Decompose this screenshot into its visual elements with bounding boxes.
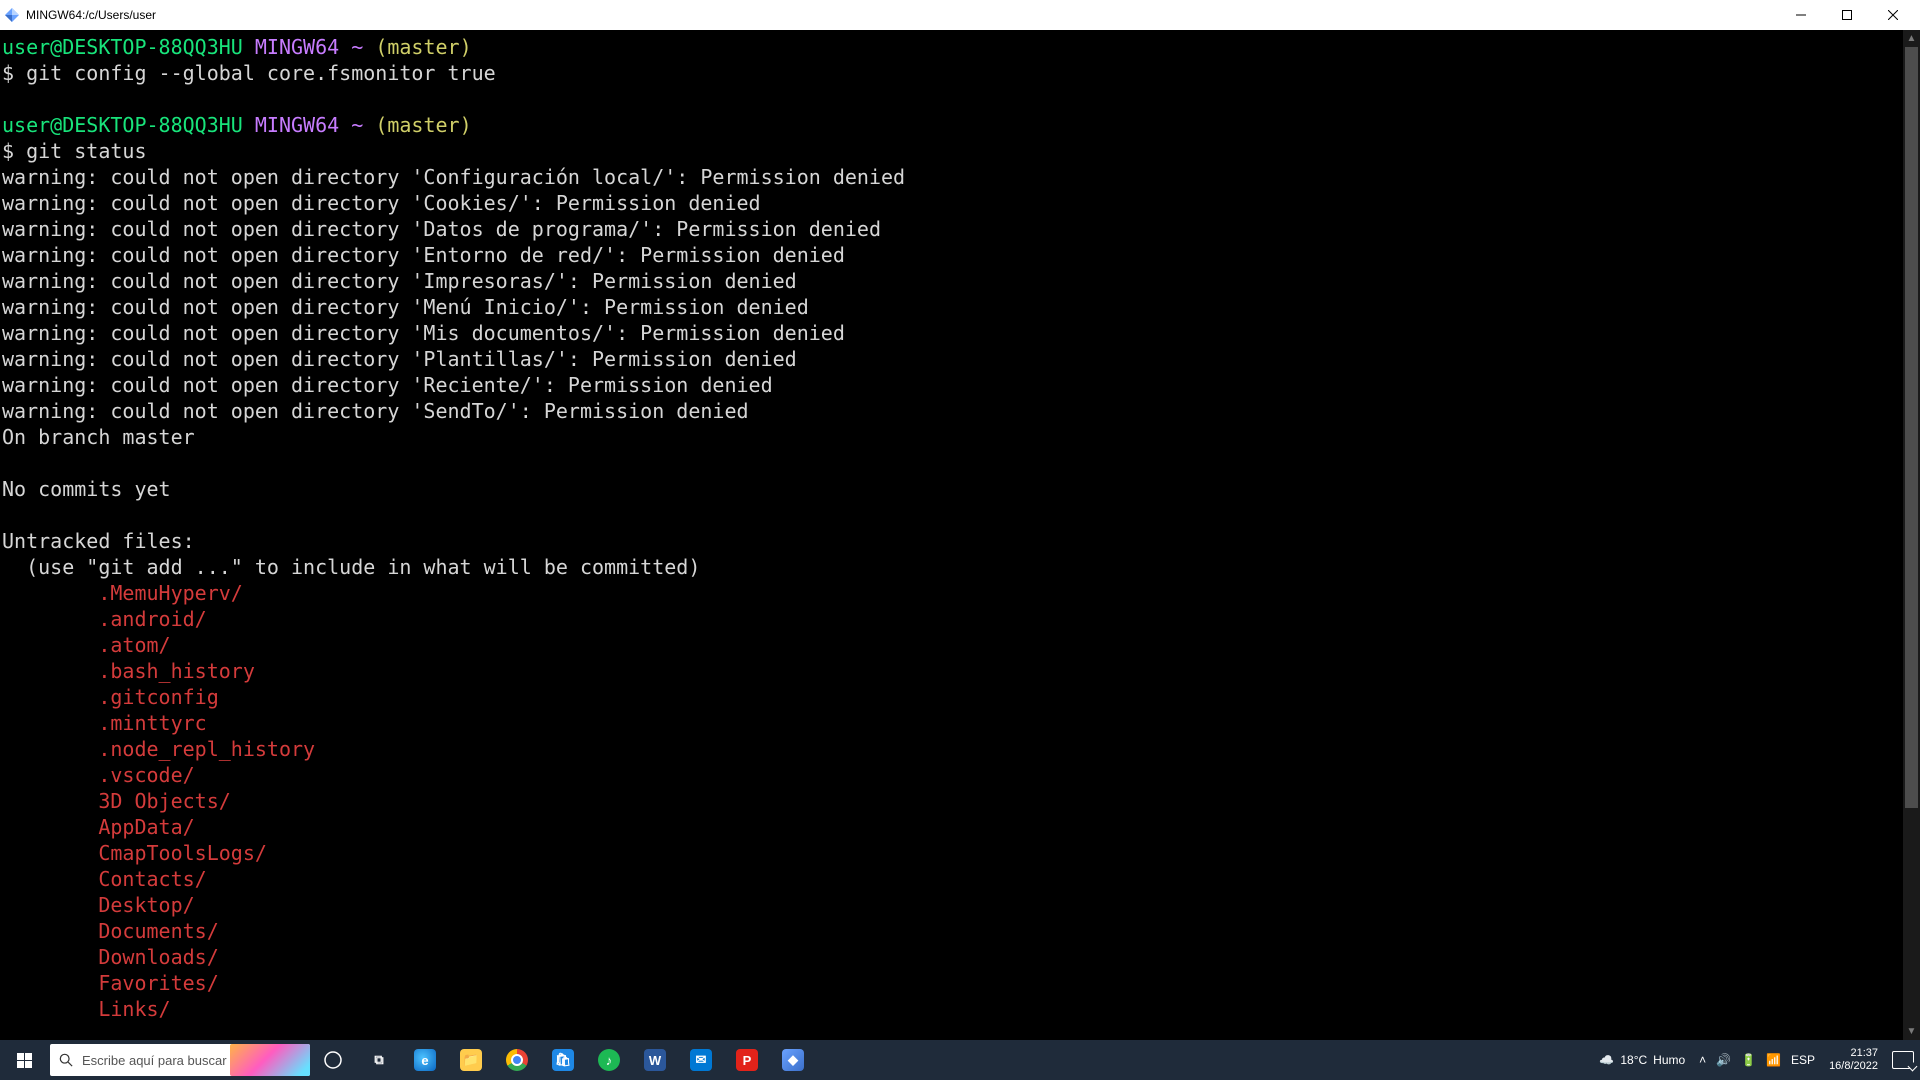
scrollbar[interactable]: ▲ ▼ [1903, 30, 1920, 1040]
weather-widget[interactable]: ☁️ 18°C Humo [1599, 1053, 1685, 1067]
tray-volume-icon[interactable]: 🔊 [1716, 1053, 1731, 1067]
running-app-mintty[interactable]: ◆ [770, 1040, 816, 1080]
tray-clock[interactable]: 21:37 16/8/2022 [1829, 1047, 1878, 1073]
weather-icon: ☁️ [1599, 1053, 1614, 1067]
action-center-icon[interactable] [1892, 1051, 1914, 1069]
search-placeholder: Escribe aquí para buscar [82, 1053, 230, 1068]
pinned-app-mail[interactable]: ✉ [678, 1040, 724, 1080]
weather-temp: 18°C [1620, 1053, 1647, 1067]
pinned-app-chrome[interactable] [494, 1040, 540, 1080]
tray-battery-icon[interactable]: 🔋 [1741, 1053, 1756, 1067]
terminal-output[interactable]: user@DESKTOP-88QQ3HU MINGW64 ~ (master) … [0, 30, 1920, 1022]
pinned-app-spotify[interactable]: ♪ [586, 1040, 632, 1080]
tray-chevron-up-icon[interactable]: ˄ [1699, 1053, 1706, 1067]
terminal-area[interactable]: user@DESKTOP-88QQ3HU MINGW64 ~ (master) … [0, 30, 1920, 1040]
close-button[interactable] [1870, 0, 1916, 30]
scroll-up-button[interactable]: ▲ [1903, 30, 1920, 47]
taskbar-search[interactable]: Escribe aquí para buscar [50, 1044, 310, 1076]
taskbar: Escribe aquí para buscar ⧉ e 📁 🛍 ♪ W ✉ P… [0, 1040, 1920, 1080]
start-button[interactable] [0, 1040, 48, 1080]
window-titlebar: MINGW64:/c/Users/user [0, 0, 1920, 30]
search-icon [50, 1053, 82, 1067]
cortana-button[interactable]: ⧉ [356, 1040, 402, 1080]
tray-wifi-icon[interactable]: 📶 [1766, 1053, 1781, 1067]
scroll-thumb[interactable] [1905, 47, 1918, 808]
minimize-button[interactable] [1778, 0, 1824, 30]
maximize-button[interactable] [1824, 0, 1870, 30]
pinned-app-edge[interactable]: e [402, 1040, 448, 1080]
app-icon [4, 7, 20, 23]
window-title: MINGW64:/c/Users/user [26, 8, 156, 22]
pinned-app-p[interactable]: P [724, 1040, 770, 1080]
pinned-app-word[interactable]: W [632, 1040, 678, 1080]
weather-desc: Humo [1653, 1053, 1685, 1067]
clock-time: 21:37 [1850, 1047, 1878, 1060]
scroll-down-button[interactable]: ▼ [1903, 1023, 1920, 1040]
search-promo-image[interactable] [230, 1044, 310, 1076]
scroll-track[interactable] [1903, 47, 1920, 1023]
tray-language[interactable]: ESP [1791, 1053, 1815, 1067]
taskview-button[interactable] [310, 1040, 356, 1080]
pinned-app-store[interactable]: 🛍 [540, 1040, 586, 1080]
clock-date: 16/8/2022 [1829, 1060, 1878, 1073]
pinned-app-explorer[interactable]: 📁 [448, 1040, 494, 1080]
windows-logo-icon [17, 1053, 32, 1068]
